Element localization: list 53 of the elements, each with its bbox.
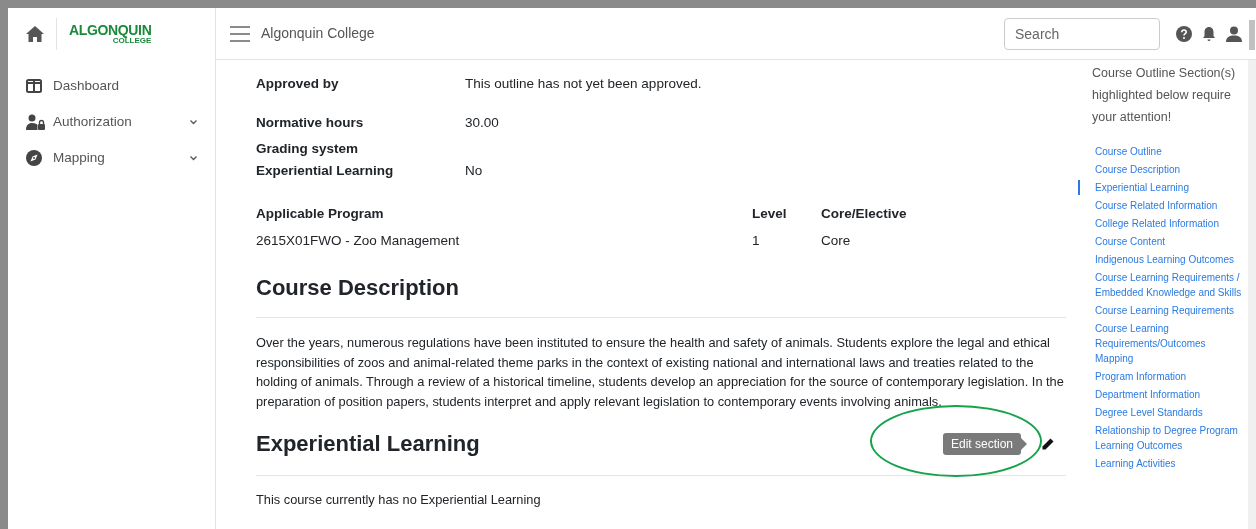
outline-link[interactable]: Course Outline: [1078, 144, 1248, 159]
sidebar-item[interactable]: Authorization: [8, 104, 215, 140]
field-value: 30.00: [465, 114, 499, 132]
sidebar-label: Mapping: [53, 148, 106, 167]
table-cell-text: 2615X01FWO - Zoo Management: [256, 232, 461, 250]
table-cell-text: 1: [752, 232, 761, 250]
outline-link[interactable]: Course Learning Requirements / Embedded Knowledge and Skills: [1078, 270, 1248, 300]
edit-button[interactable]: [1041, 437, 1054, 451]
outline-link[interactable]: Program Information: [1078, 369, 1248, 384]
user-icon[interactable]: [1226, 25, 1242, 42]
outline-link[interactable]: Relationship to Degree Program Learning Outcomes: [1078, 423, 1248, 453]
edit-tooltip: Edit section: [942, 433, 1021, 455]
outline-link[interactable]: Course Learning Requirements: [1078, 303, 1248, 318]
outline-link[interactable]: Course Content: [1078, 234, 1248, 249]
field-value: This outline has not yet been approved.: [465, 75, 702, 93]
outline-link[interactable]: Learning Activities: [1078, 456, 1248, 471]
help-icon[interactable]: [1176, 25, 1192, 42]
outline-link[interactable]: Department Information: [1078, 387, 1248, 402]
section-heading: Course Description: [256, 274, 460, 302]
home-icon[interactable]: [26, 26, 44, 42]
user-lock-icon: [26, 114, 46, 130]
search-field[interactable]: Search: [1004, 17, 1160, 50]
column-header: Core/Elective: [821, 205, 908, 223]
sidebar-item[interactable]: Dashboard: [8, 68, 215, 104]
column-header: Level: [752, 205, 788, 223]
section-heading: Experiential Learning: [256, 430, 481, 458]
page-title: Algonquin College: [261, 24, 375, 43]
sidebar-label: Authorization: [53, 112, 133, 131]
bell-icon[interactable]: [1202, 25, 1216, 42]
field-label: Approved by: [256, 75, 340, 93]
dashboard-icon: [26, 79, 42, 93]
field-label: Experiential Learning: [256, 162, 395, 180]
column-header: Applicable Program: [256, 205, 385, 223]
outline-link[interactable]: Course Related Information: [1078, 198, 1248, 213]
menu-icon[interactable]: [230, 25, 250, 42]
sidebar-label: Dashboard: [53, 76, 121, 95]
outline-link[interactable]: Course Description: [1078, 162, 1248, 177]
attention-notice: Course Outline Section(s) highlighted below require your attention!: [1091, 65, 1237, 126]
outline-link[interactable]: Course Learning Requirements/Outcomes Mapping: [1078, 321, 1248, 366]
section-text: This course currently has no Experiential Learning: [256, 491, 542, 509]
pencil-icon: [1041, 437, 1054, 451]
outline-link[interactable]: Degree Level Standards: [1078, 405, 1248, 420]
outline-link[interactable]: Indigenous Learning Outcomes: [1078, 252, 1248, 267]
field-value: No: [465, 162, 483, 180]
scrollbar-thumb[interactable]: [1249, 20, 1255, 50]
field-label: Grading system: [256, 140, 360, 158]
sidebar-item[interactable]: Mapping: [8, 140, 215, 176]
table-cell-text: Core: [821, 232, 852, 250]
compass-icon: [26, 150, 42, 166]
section-text: Over the years, numerous regulations have been instituted to ensure the health and safety of animals. Students explore the legal and ethical responsibilities of zoos and animal-related theme parks in the context of existing national and international laws and treaties related to the holding of animals. Through a review of a historical timeline, students develop an appreciation for the source of contemporary legislation. In the preparation of position papers, students interpret and apply relevant legislation to contemporary events involving animals.: [256, 334, 1065, 411]
outline-link[interactable]: College Related Information: [1078, 216, 1248, 231]
college-logo[interactable]: ALGONQUIN COLLEGE: [69, 23, 152, 45]
field-label: Normative hours: [256, 114, 365, 132]
